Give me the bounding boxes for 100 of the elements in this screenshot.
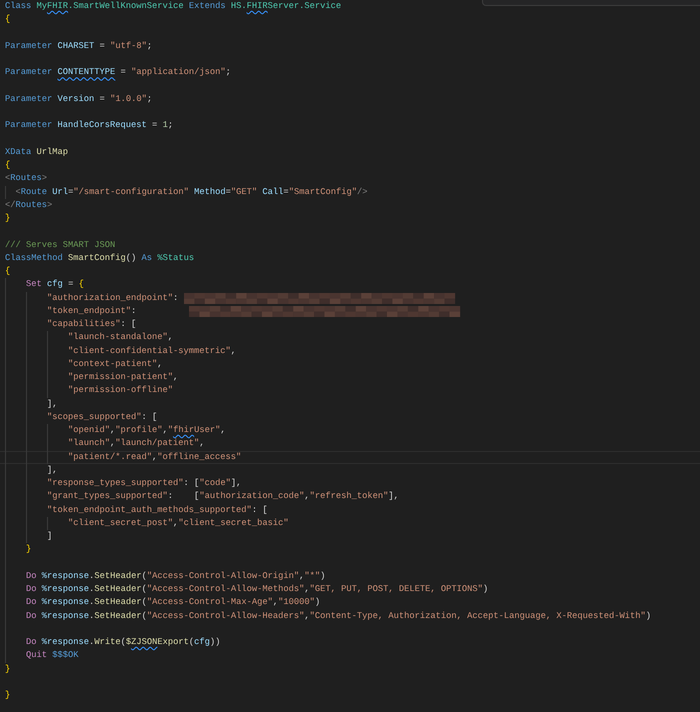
keyword: ClassMethod <box>5 252 64 263</box>
string-literal: "/smart-configuration" <box>73 186 190 196</box>
string-literal: "authorization_endpoint" <box>47 292 174 302</box>
punctuation: , <box>230 346 236 356</box>
string-literal: "permission-offline" <box>68 385 174 396</box>
string-literal: "1.0.0" <box>110 94 147 104</box>
string-literal: "token_endpoint_auth_methods_supported" <box>47 504 252 514</box>
identifier: cfg <box>47 279 63 290</box>
keyword: XData <box>5 146 32 157</box>
string-literal: "client-confidential-symmetric" <box>68 346 231 356</box>
punctuation: , <box>173 372 178 382</box>
punctuation: , <box>304 610 310 620</box>
punctuation: , <box>304 584 310 594</box>
string-literal: "response_types_supported" <box>47 478 184 488</box>
function-name: SetHeader <box>94 570 142 581</box>
punctuation: ( <box>142 584 147 594</box>
punctuation: () <box>126 252 138 263</box>
identifier: %response <box>42 584 90 594</box>
identifier: HandleCorsRequest <box>58 120 147 130</box>
function-name: UrlMap <box>36 146 68 157</box>
punctuation: , <box>157 358 163 369</box>
keyword: Do <box>26 637 38 647</box>
keyword: Do <box>26 610 38 620</box>
brace: } <box>5 213 10 223</box>
keyword: Route <box>20 186 48 196</box>
string-literal: "context-patient" <box>68 358 158 369</box>
punctuation: = <box>100 40 106 51</box>
tag-bracket: < <box>16 186 21 196</box>
punctuation: . <box>89 637 94 647</box>
punctuation: . <box>89 610 94 620</box>
identifier: Version <box>58 94 94 104</box>
identifier: %response <box>42 597 90 608</box>
brace: } <box>5 664 10 674</box>
punctuation: . <box>89 570 94 581</box>
keyword: Parameter <box>5 40 54 51</box>
punctuation: : [ <box>252 504 268 514</box>
type-name: .SmartWellKnownService <box>68 1 185 11</box>
punctuation: = <box>68 279 74 290</box>
keyword: Class <box>5 1 32 11</box>
identifier: %response <box>42 610 90 620</box>
tag-bracket: </ <box>5 200 16 210</box>
flagged-word: FHIR <box>246 1 268 11</box>
string-literal: "GET" <box>230 186 258 196</box>
identifier: Call <box>262 186 284 196</box>
punctuation: = <box>152 120 158 130</box>
tag-bracket: > <box>47 200 52 210</box>
brace: { <box>5 160 10 170</box>
string-literal: "openid" <box>68 425 110 435</box>
punctuation: = <box>100 94 106 104</box>
string-literal: "client_secret_basic" <box>178 518 289 528</box>
string-literal: "Access-Control-Allow-Headers" <box>146 610 304 620</box>
string-literal: "offline_access" <box>157 452 242 462</box>
identifier: cfg <box>194 637 210 647</box>
keyword: Parameter <box>5 94 54 104</box>
punctuation: ], <box>47 398 58 408</box>
punctuation: : [ <box>184 478 200 488</box>
punctuation: . <box>89 584 94 594</box>
flagged-word: ZJSON <box>131 637 158 647</box>
keyword: Routes <box>16 200 48 210</box>
brace: { <box>5 14 10 24</box>
tag-bracket: > <box>42 173 48 184</box>
string-literal: "10000" <box>278 597 315 608</box>
punctuation: = <box>120 67 127 78</box>
string-literal: "client_secret_post" <box>68 518 174 528</box>
flagged-word: CONTENTTYPE <box>58 67 116 78</box>
punctuation: ) <box>482 584 488 594</box>
type-name: %Status <box>157 252 194 263</box>
string-literal: "permission-patient" <box>68 372 174 382</box>
punctuation: ) <box>314 597 320 608</box>
identifier: CHARSET <box>58 40 94 51</box>
string-literal: " <box>168 425 174 435</box>
punctuation: , <box>272 597 278 608</box>
string-literal: "launch-standalone" <box>68 332 168 342</box>
string-literal: "utf-8" <box>110 40 147 51</box>
string-literal: "GET, PUT, POST, DELETE, OPTIONS" <box>310 584 483 594</box>
punctuation: ] <box>47 531 52 541</box>
string-literal: "code" <box>199 478 231 488</box>
function-name: SetHeader <box>94 597 142 608</box>
function-name: SetHeader <box>94 610 142 620</box>
string-literal: "launch/patient" <box>115 438 200 448</box>
keyword: Do <box>26 584 38 594</box>
punctuation: ; <box>146 94 152 104</box>
punctuation: , <box>299 570 304 581</box>
identifier: Url <box>52 186 68 196</box>
string-literal: "grant_types_supported" <box>47 491 168 502</box>
brace: } <box>26 544 32 554</box>
punctuation: : <box>131 306 138 316</box>
function-name: Export <box>157 637 189 647</box>
string-literal: "Access-Control-Allow-Methods" <box>146 584 304 594</box>
string-literal: "refresh_token" <box>310 491 388 502</box>
punctuation: : [ <box>142 412 158 422</box>
punctuation: , <box>110 425 116 435</box>
punctuation: , <box>110 438 116 448</box>
string-literal: "application/json" <box>131 67 226 78</box>
string-literal: "launch" <box>68 438 110 448</box>
string-literal: "profile" <box>115 425 163 435</box>
keyword: Parameter <box>5 67 54 78</box>
punctuation: ; <box>168 120 174 130</box>
type-name: Server.Service <box>268 1 342 11</box>
string-literal: User" <box>194 425 220 435</box>
